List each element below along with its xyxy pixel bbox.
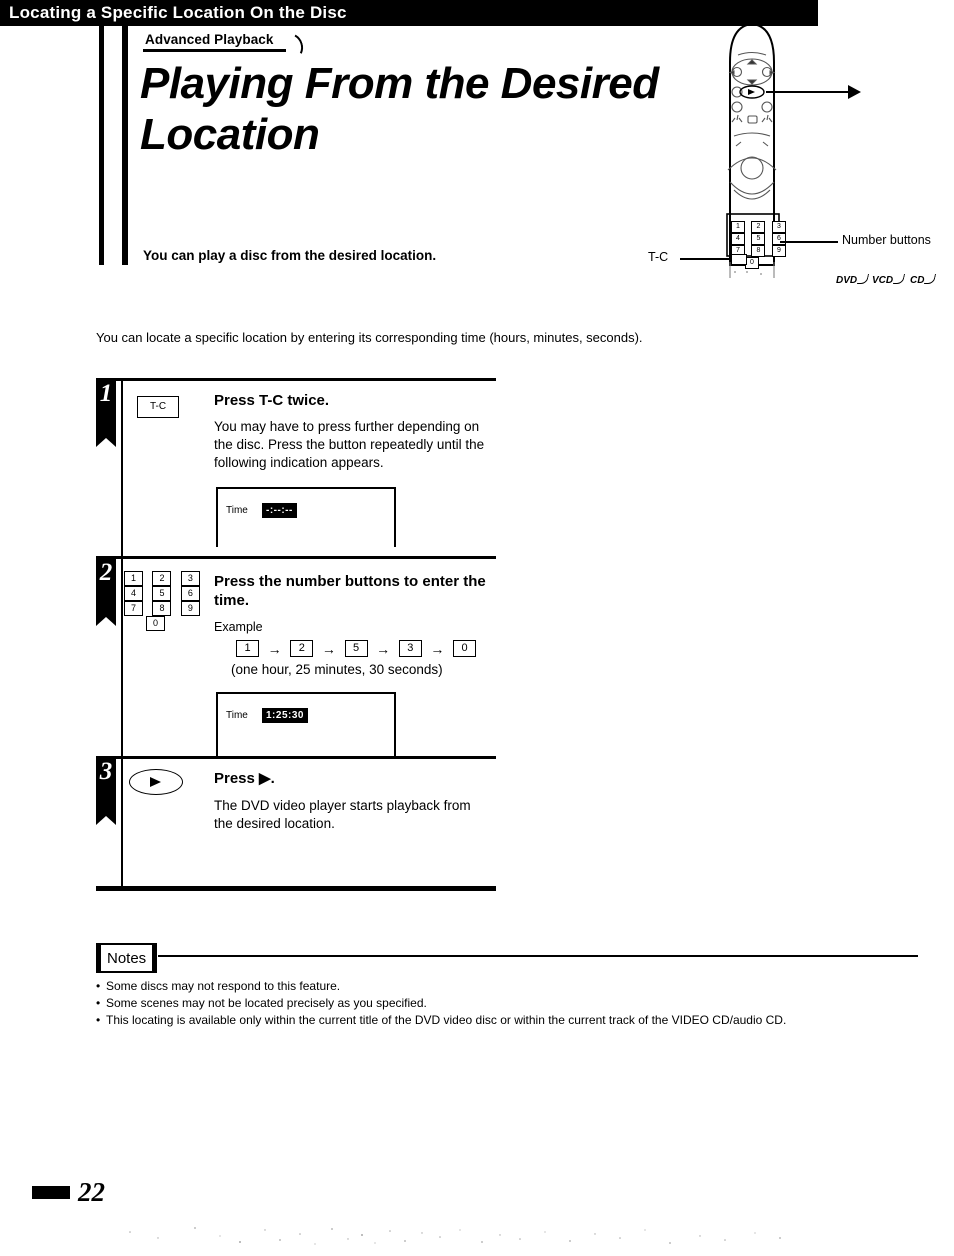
remote-keypad-row-1: 1 2 3 bbox=[731, 218, 786, 233]
display-time-label: Time bbox=[226, 505, 248, 516]
tc-callout-line bbox=[680, 258, 732, 260]
display-time-value-2: 1:25:30 bbox=[262, 708, 308, 723]
play-callout-line bbox=[766, 91, 848, 93]
example-key-2[interactable]: 2 bbox=[290, 640, 314, 658]
disc-badge-swoosh-icon bbox=[857, 274, 870, 284]
step-rule-1-2 bbox=[96, 556, 496, 559]
remote-keypad-row-3: 7 8 9 bbox=[731, 242, 786, 257]
example-arrow-2: → bbox=[321, 640, 336, 657]
left-margin-rule-outer bbox=[99, 12, 104, 265]
note-item: This locating is available only within t… bbox=[96, 1012, 896, 1029]
key-9[interactable]: 9 bbox=[180, 601, 200, 617]
step-2-display-panel: Time 1:25:30 bbox=[216, 692, 396, 757]
notes-label: Notes bbox=[107, 949, 147, 967]
disc-badge-swoosh-icon bbox=[893, 274, 906, 284]
display-time-value: -:--:-- bbox=[262, 503, 297, 518]
notes-rule bbox=[158, 955, 918, 957]
disc-badge-cd-label: CD bbox=[910, 275, 925, 286]
page-number: 22 bbox=[78, 1177, 105, 1207]
disc-badge-vcd-label: VCD bbox=[872, 275, 894, 286]
number-buttons-callout-label: Number buttons bbox=[842, 233, 931, 247]
breadcrumb-label: Advanced Playback bbox=[145, 32, 274, 47]
remote-control-illustration bbox=[726, 22, 780, 278]
key-7[interactable]: 7 bbox=[124, 601, 143, 617]
section-heading-label: Locating a Specific Location On the Disc bbox=[9, 3, 347, 22]
number-buttons-callout-line bbox=[780, 241, 838, 243]
steps-rule-bottom bbox=[96, 886, 496, 891]
disc-badge-cd: CD bbox=[910, 274, 937, 286]
step-2-keypad[interactable]: 1 2 3 4 5 6 7 8 9 0 bbox=[124, 570, 205, 632]
step-2-example-sequence: 1 → 2 → 5 → 3 → 0 bbox=[236, 640, 476, 658]
step-2-heading: Press the number buttons to enter the ti… bbox=[214, 573, 486, 609]
keypad-row-2: 4 5 6 bbox=[124, 585, 205, 602]
remote-key-9[interactable]: 9 bbox=[771, 244, 786, 257]
step-1-heading: Press T-C twice. bbox=[214, 392, 330, 409]
example-key-4[interactable]: 3 bbox=[398, 640, 422, 658]
step-1-display-panel: Time -:--:-- bbox=[216, 487, 396, 547]
example-key-5[interactable]: 0 bbox=[453, 640, 476, 658]
step-3-number: 3 bbox=[99, 758, 113, 785]
step-2-example-note: (one hour, 25 minutes, 30 seconds) bbox=[231, 662, 443, 677]
intro-paragraph: You can locate a specific location by en… bbox=[96, 330, 643, 345]
keypad-row-4: 0 bbox=[124, 615, 205, 632]
step-rule-top bbox=[96, 378, 496, 381]
step-3-heading: Press ▶. bbox=[214, 770, 275, 787]
left-margin-rule-inner bbox=[122, 12, 128, 265]
example-arrow-1: → bbox=[267, 640, 282, 657]
notes-list: Some discs may not respond to this featu… bbox=[96, 978, 896, 1029]
example-key-1[interactable]: 1 bbox=[236, 640, 259, 658]
step-1-marker: 1 bbox=[96, 380, 116, 447]
key-0[interactable]: 0 bbox=[146, 616, 165, 632]
step-2-number: 2 bbox=[99, 559, 113, 586]
disc-badge-dvd-label: DVD bbox=[836, 275, 858, 286]
step-2-divider bbox=[121, 556, 123, 756]
step-1-divider bbox=[121, 378, 123, 556]
play-arrow-icon bbox=[848, 85, 861, 99]
scan-noise bbox=[129, 1227, 781, 1245]
remote-tc-key[interactable] bbox=[731, 254, 747, 265]
step-2-example-label: Example bbox=[214, 620, 263, 634]
remote-control-figure: 1 2 3 4 5 6 7 8 9 0 Number buttons T-C bbox=[648, 10, 954, 310]
tc-callout-label: T-C bbox=[648, 250, 669, 264]
lead-line: You can play a disc from the desired loc… bbox=[143, 248, 437, 263]
step-1-number: 1 bbox=[99, 380, 113, 407]
page-title: Playing From the Desired Location bbox=[140, 59, 659, 159]
display-time-label-2: Time bbox=[226, 710, 248, 721]
step-3-body: The DVD video player starts playback fro… bbox=[214, 798, 471, 831]
step-2-marker: 2 bbox=[96, 559, 116, 626]
step-1-body: You may have to press further depending … bbox=[214, 419, 485, 470]
example-arrow-4: → bbox=[430, 640, 445, 657]
note-item: Some discs may not respond to this featu… bbox=[96, 978, 896, 995]
step-3-marker: 3 bbox=[96, 758, 116, 825]
note-item: Some scenes may not be located precisely… bbox=[96, 995, 896, 1012]
disc-badge-swoosh-icon bbox=[924, 274, 937, 284]
example-key-3[interactable]: 5 bbox=[344, 640, 368, 658]
tc-button-glyph[interactable]: T-C bbox=[137, 396, 179, 418]
disc-badge-vcd: VCD bbox=[872, 274, 906, 286]
remote-keypad-row-2: 4 5 6 bbox=[731, 230, 786, 245]
keypad-row-1: 1 2 3 bbox=[124, 570, 205, 587]
footer-bar bbox=[32, 1186, 70, 1199]
notes-tag: Notes bbox=[96, 943, 158, 973]
play-button-glyph[interactable] bbox=[129, 769, 183, 795]
step-3-divider bbox=[121, 756, 123, 888]
keypad-row-3: 7 8 9 bbox=[124, 600, 205, 617]
remote-key-0[interactable]: 0 bbox=[745, 256, 759, 269]
disc-badge-dvd: DVD bbox=[836, 274, 870, 286]
breadcrumb: Advanced Playback bbox=[143, 33, 276, 49]
step-rule-2-3 bbox=[96, 756, 496, 759]
example-arrow-3: → bbox=[376, 640, 391, 657]
